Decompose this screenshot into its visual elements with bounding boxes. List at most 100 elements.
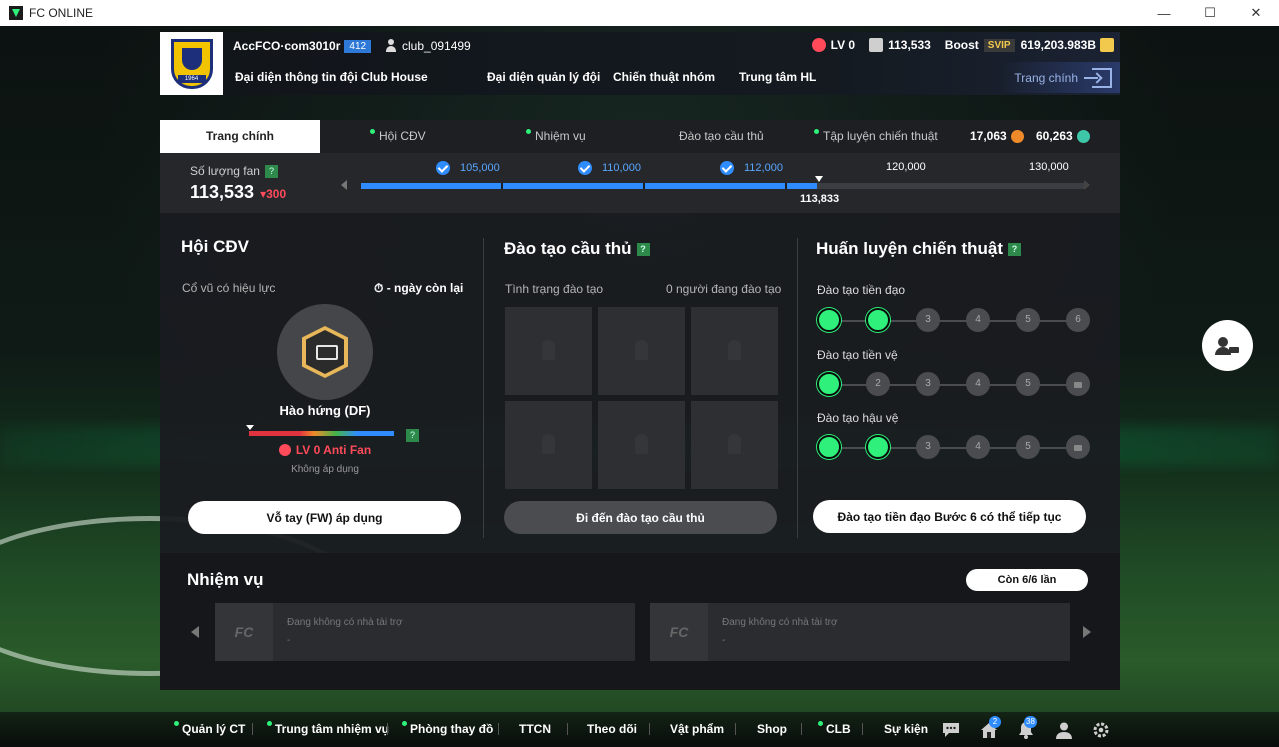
step-1-icon[interactable] xyxy=(817,372,841,396)
currency-1-value: 17,063 xyxy=(970,129,1007,143)
progress-next-arrow-icon[interactable] xyxy=(1084,180,1090,190)
training-slot[interactable] xyxy=(691,307,778,395)
nav-group-tactics[interactable]: Chiến thuật nhóm xyxy=(613,70,715,84)
home-exit-button[interactable]: Trang chính xyxy=(1000,62,1120,93)
close-button[interactable]: ✕ xyxy=(1233,0,1279,26)
fc-logo-icon: FC xyxy=(650,603,708,661)
missions-title: Nhiệm vụ xyxy=(187,570,264,589)
check-icon xyxy=(720,161,734,175)
step-4[interactable]: 4 xyxy=(966,435,990,459)
lock-icon[interactable] xyxy=(1066,435,1090,459)
sponsor-card[interactable]: FC Đang không có nhà tài trợ - xyxy=(215,603,635,661)
chat-icon[interactable] xyxy=(941,721,961,739)
nav-team-info[interactable]: Đại diện thông tin đội xyxy=(235,70,358,84)
new-dot-icon xyxy=(370,129,375,134)
missions-next-arrow-icon[interactable] xyxy=(1083,626,1091,638)
currency-1: 17,063 xyxy=(970,120,1024,153)
tab-missions[interactable]: Nhiệm vụ xyxy=(526,120,586,153)
milestone-3: 112,000 xyxy=(720,161,783,175)
nav-separator xyxy=(387,723,388,735)
missions-prev-arrow-icon[interactable] xyxy=(191,626,199,638)
sponsor-card[interactable]: FC Đang không có nhà tài trợ - xyxy=(650,603,1070,661)
step-4[interactable]: 4 xyxy=(966,372,990,396)
minimize-button[interactable]: — xyxy=(1141,0,1187,26)
nav-manager-info[interactable]: Đại diện quản lý đội xyxy=(487,70,600,84)
step-3[interactable]: 3 xyxy=(916,372,940,396)
training-slot[interactable] xyxy=(505,307,592,395)
missions-remaining-button[interactable]: Còn 6/6 lần xyxy=(966,569,1088,591)
step-5[interactable]: 5 xyxy=(1016,308,1040,332)
nav-follow[interactable]: Theo dõi xyxy=(587,722,637,736)
nav-separator xyxy=(567,723,568,735)
help-icon[interactable]: ? xyxy=(636,242,650,256)
tab-supporters[interactable]: Hội CĐV xyxy=(370,120,426,153)
milestone-3-value: 112,000 xyxy=(744,162,783,174)
mood-marker-icon xyxy=(246,425,254,430)
step-2-icon[interactable] xyxy=(866,308,890,332)
go-to-training-button[interactable]: Đi đến đào tạo cầu thủ xyxy=(504,501,777,534)
continue-forward-training-button[interactable]: Đào tạo tiền đạo Bước 6 có thể tiếp tục xyxy=(813,500,1086,533)
club-label: club_091499 xyxy=(402,39,471,53)
nav-training-center[interactable]: Trung tâm HL xyxy=(739,70,816,84)
progress-prev-arrow-icon[interactable] xyxy=(341,180,347,190)
step-1-icon[interactable] xyxy=(817,308,841,332)
step-3[interactable]: 3 xyxy=(916,308,940,332)
new-dot-icon xyxy=(814,129,819,134)
not-applied-label: Không áp dụng xyxy=(291,464,359,475)
nav-events[interactable]: Sự kiện xyxy=(884,722,928,736)
profile-icon[interactable] xyxy=(1054,721,1074,739)
days-left-value: - ngày còn lại xyxy=(386,281,464,295)
nav-shop[interactable]: Shop xyxy=(757,722,787,736)
nav-mission-center[interactable]: Trung tâm nhiệm vụ xyxy=(267,721,389,736)
help-icon[interactable]: ? xyxy=(406,429,419,442)
nav-ttcn[interactable]: TTCN xyxy=(519,722,551,736)
nav-manage-ct[interactable]: Quản lý CT xyxy=(174,721,245,736)
segment-divider xyxy=(643,183,645,189)
nav-items[interactable]: Vật phẩm xyxy=(670,722,724,736)
apply-cheer-button[interactable]: Vỗ tay (FW) áp dụng xyxy=(188,501,461,534)
sponsor-detail: - xyxy=(722,635,726,646)
svip-badge: SVIP xyxy=(983,38,1015,52)
step-5[interactable]: 5 xyxy=(1016,372,1040,396)
cheer-badge[interactable] xyxy=(277,304,373,400)
step-1-icon[interactable] xyxy=(817,435,841,459)
crest-icon: 1964 xyxy=(170,38,213,89)
nav-locker-room[interactable]: Phòng thay đồ xyxy=(402,721,493,736)
mood-label: Hào hứng (DF) xyxy=(279,403,371,418)
column-divider xyxy=(797,238,798,538)
training-slot[interactable] xyxy=(598,401,685,489)
training-slot[interactable] xyxy=(505,401,592,489)
step-3[interactable]: 3 xyxy=(916,435,940,459)
boost-stat[interactable]: Boost SVIP 619,203.983B xyxy=(945,38,1119,52)
club-icon xyxy=(385,39,397,53)
window-title: FC ONLINE xyxy=(29,6,94,20)
settings-gear-icon[interactable] xyxy=(1091,721,1111,739)
points-value: 113,533 xyxy=(888,38,931,52)
segment-divider xyxy=(501,183,503,189)
help-icon[interactable]: ? xyxy=(1008,242,1022,256)
nav-club[interactable]: CLB xyxy=(818,721,851,736)
step-5[interactable]: 5 xyxy=(1016,435,1040,459)
nav-club-house[interactable]: Club House xyxy=(361,70,428,84)
tab-home[interactable]: Trang chính xyxy=(160,120,320,153)
tab-player-training[interactable]: Đào tạo cầu thủ xyxy=(679,120,764,153)
help-icon[interactable]: ? xyxy=(264,164,278,178)
fan-progress-fill xyxy=(361,183,817,189)
training-slot[interactable] xyxy=(598,307,685,395)
step-4[interactable]: 4 xyxy=(966,308,990,332)
training-slot[interactable] xyxy=(691,401,778,489)
lock-icon[interactable] xyxy=(1066,372,1090,396)
step-2-icon[interactable] xyxy=(866,435,890,459)
fan-count-label: Số lượng fan? xyxy=(190,164,278,178)
window-controls: — ☐ ✕ xyxy=(1141,0,1279,26)
fan-count: 113,533 ▾300 xyxy=(190,182,286,203)
maximize-button[interactable]: ☐ xyxy=(1187,0,1233,26)
step-6[interactable]: 6 xyxy=(1066,308,1090,332)
currency-2-value: 60,263 xyxy=(1036,129,1073,143)
club-crest[interactable]: 1964 xyxy=(160,32,223,95)
friends-chat-button[interactable] xyxy=(1202,320,1253,371)
fan-count-value: 113,533 xyxy=(190,182,255,202)
step-2[interactable]: 2 xyxy=(866,372,890,396)
nav-separator xyxy=(252,723,253,735)
tab-tactical-practice[interactable]: Tập luyện chiến thuật xyxy=(814,120,938,153)
